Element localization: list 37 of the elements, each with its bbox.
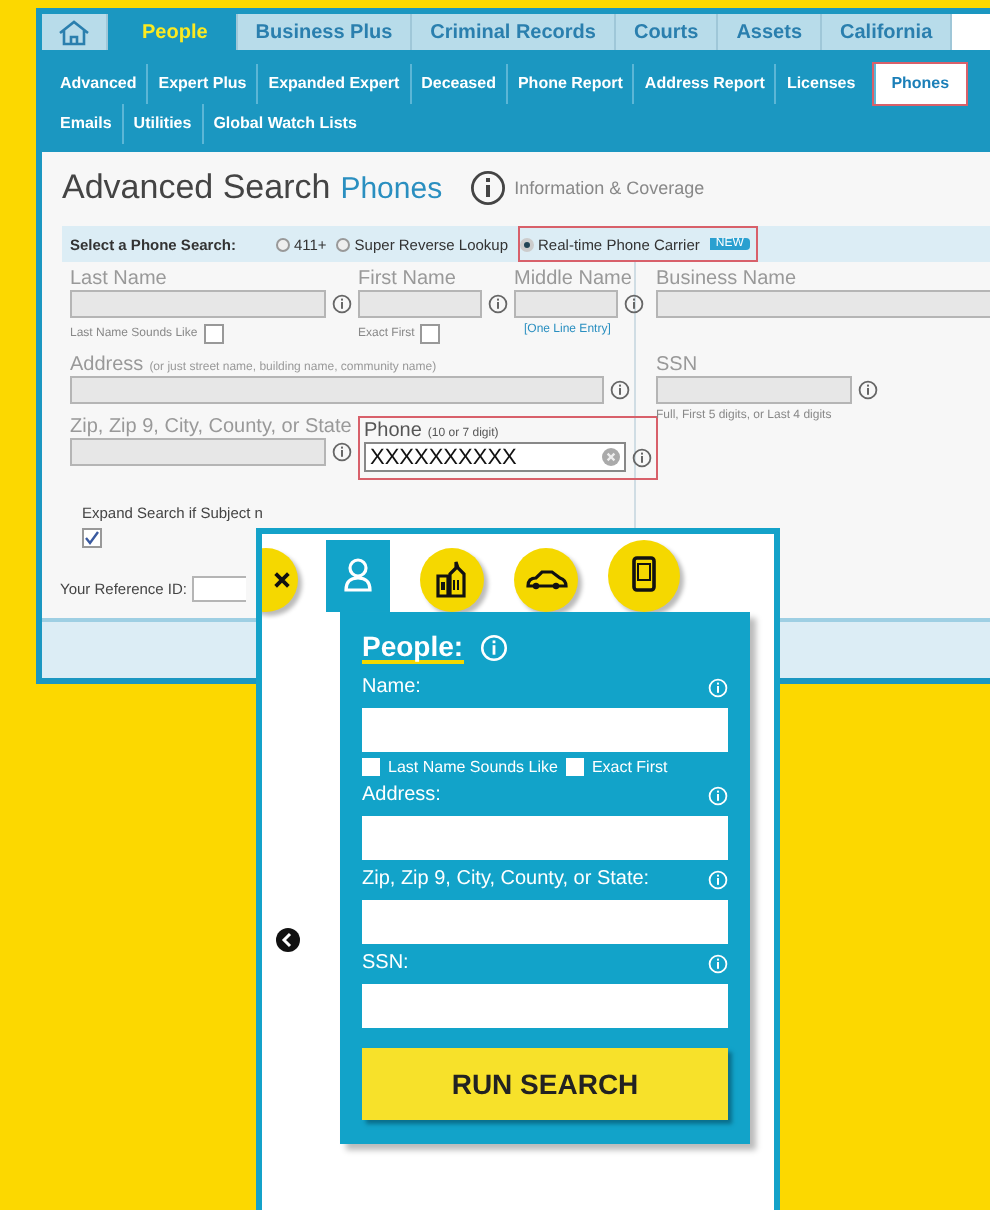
nav-link[interactable]: Address Report [632, 64, 775, 104]
nav-link[interactable]: Advanced [50, 64, 147, 104]
nav-link[interactable]: Global Watch Lists [201, 104, 367, 144]
field-label: Middle Name [514, 268, 634, 290]
field-label: Zip, Zip 9, City, County, or State [70, 416, 352, 438]
page-section: Phones [340, 172, 443, 206]
field-label: SSN: [362, 952, 409, 974]
checkbox-label: Exact First [591, 758, 668, 776]
info-link[interactable]: Information & Coverage [514, 178, 705, 198]
field-value: XXXXXXXXXX [370, 445, 517, 469]
field-label: Address: [362, 784, 441, 806]
field-label: First Name [358, 268, 458, 290]
nav-tab[interactable]: Criminal Records [412, 14, 616, 50]
nav-tab[interactable]: Courts [615, 14, 719, 50]
field-label: Zip, Zip 9, City, County, or State: [362, 868, 650, 890]
nav-link[interactable]: Expanded Expert [256, 64, 410, 104]
nav-link[interactable]: Utilities [121, 104, 202, 144]
run-search-button[interactable]: RUN SEARCH [362, 1048, 728, 1120]
field-label: SSN [656, 354, 700, 376]
field-label: Name: [362, 676, 421, 698]
nav-link[interactable]: Phone Report [505, 64, 633, 104]
nav-link[interactable]: Expert Plus [146, 64, 257, 104]
field-label: Address [70, 354, 144, 376]
nav-link[interactable]: Licenses [774, 64, 866, 104]
page-title: Advanced Search [62, 168, 331, 206]
phone-field[interactable]: XXXXXXXXXX [364, 442, 626, 472]
nav-link[interactable]: Emails [50, 104, 122, 144]
checkbox-label: Last Name Sounds Like [388, 758, 558, 776]
field-label: Phone [364, 420, 422, 442]
nav-tab[interactable]: Business Plus [237, 14, 413, 50]
nav-link[interactable]: Phones [873, 64, 966, 104]
field-label: Last Name [70, 268, 169, 290]
nav-tab[interactable]: Assets [718, 14, 823, 50]
nav-link[interactable]: Deceased [409, 64, 506, 104]
nav-tab[interactable]: California [822, 14, 953, 50]
field-label: Business Name [656, 268, 799, 290]
panel-title: People: [362, 632, 464, 664]
